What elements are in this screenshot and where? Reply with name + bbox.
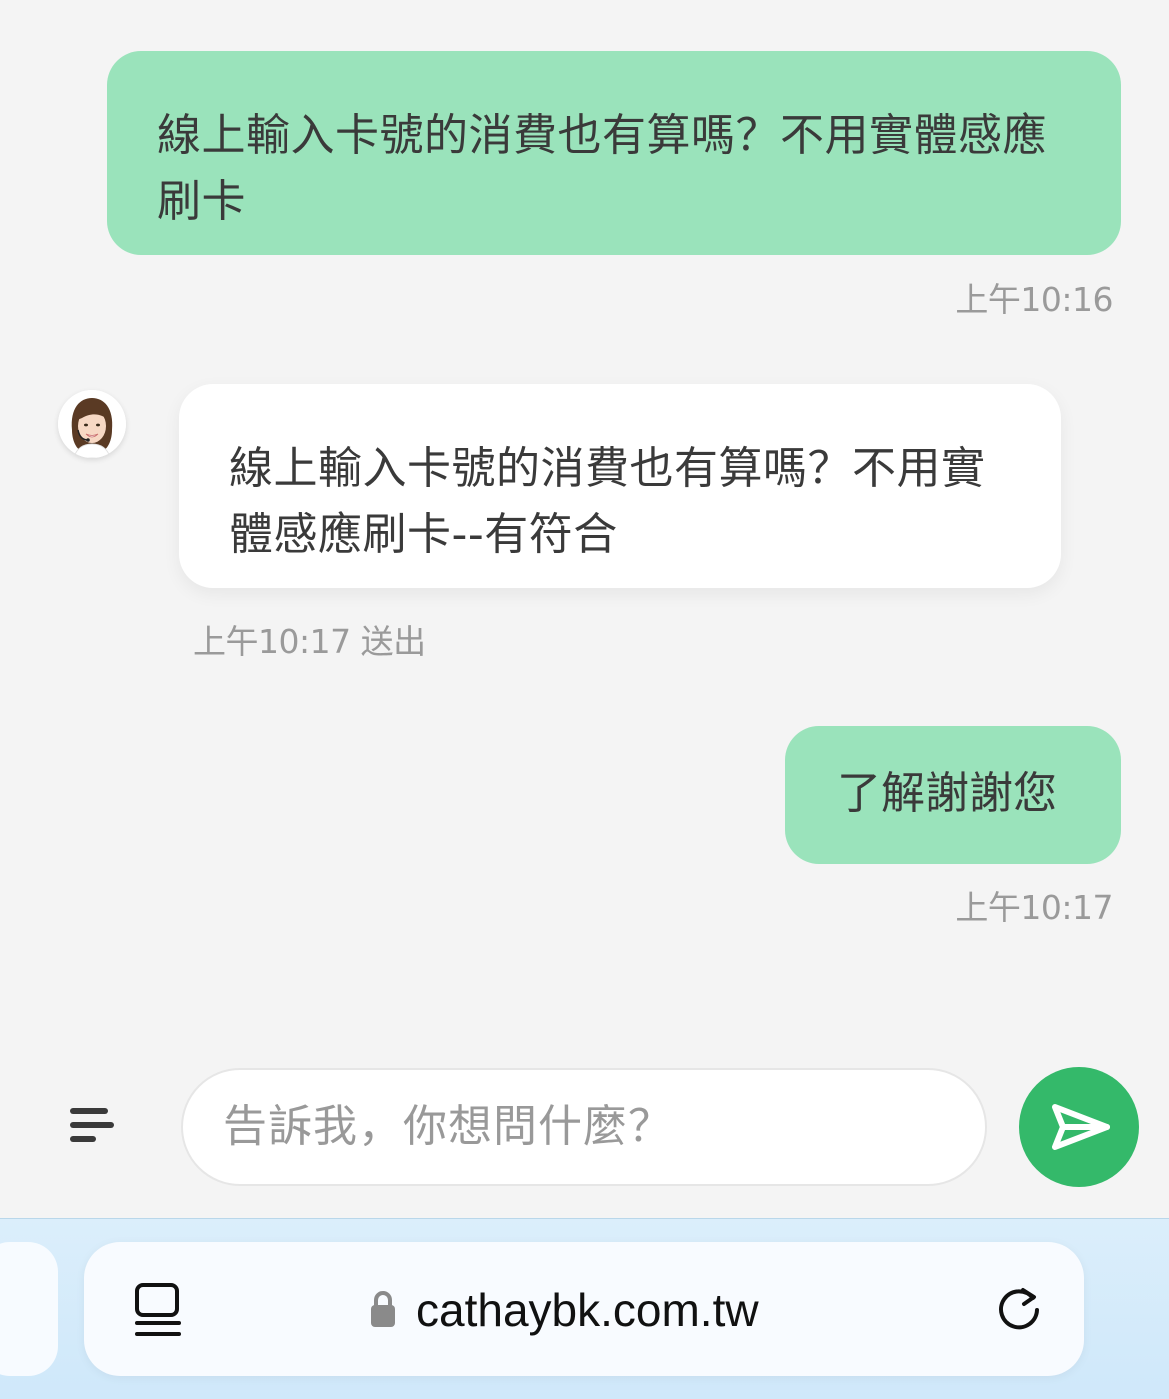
- bot-message-bubble: 線上輸入卡號的消費也有算嗎？不用實體感應刷卡--有符合: [179, 384, 1061, 588]
- chat-area: 線上輸入卡號的消費也有算嗎？不用實體感應刷卡 上午10:16 線上輸入卡號的消費…: [0, 0, 1169, 1218]
- user-message-bubble: 了解謝謝您: [785, 726, 1121, 864]
- message-input-placeholder: 告訴我，你想問什麼？: [223, 1101, 673, 1152]
- message-text: 線上輸入卡號的消費也有算嗎？不用實體感應刷卡--有符合: [229, 443, 986, 560]
- url-text[interactable]: cathaybk.com.tw: [416, 1282, 759, 1338]
- send-button[interactable]: [1019, 1067, 1139, 1187]
- send-arrow-icon: [1052, 1104, 1110, 1150]
- lock-icon: [369, 1289, 397, 1329]
- user-message-bubble: 線上輸入卡號的消費也有算嗎？不用實體感應刷卡: [107, 51, 1121, 255]
- message-timestamp: 上午10:16: [955, 280, 1113, 319]
- reload-icon: [999, 1288, 1039, 1330]
- agent-avatar-icon: [58, 390, 126, 458]
- tabs-button[interactable]: [133, 1281, 183, 1339]
- menu-lines-icon: [70, 1108, 114, 1142]
- menu-button[interactable]: [62, 1100, 118, 1156]
- previous-tab-preview[interactable]: [0, 1242, 58, 1376]
- message-text: 了解謝謝您: [837, 768, 1057, 819]
- agent-avatar: [58, 390, 126, 458]
- message-timestamp: 上午10:17: [955, 888, 1113, 927]
- message-text: 線上輸入卡號的消費也有算嗎？不用實體感應刷卡: [157, 110, 1047, 227]
- message-input[interactable]: 告訴我，你想問什麼？: [181, 1068, 987, 1186]
- reload-button[interactable]: [993, 1282, 1045, 1334]
- message-timestamp: 上午10:17 送出: [193, 622, 426, 661]
- tabs-icon: [135, 1283, 181, 1336]
